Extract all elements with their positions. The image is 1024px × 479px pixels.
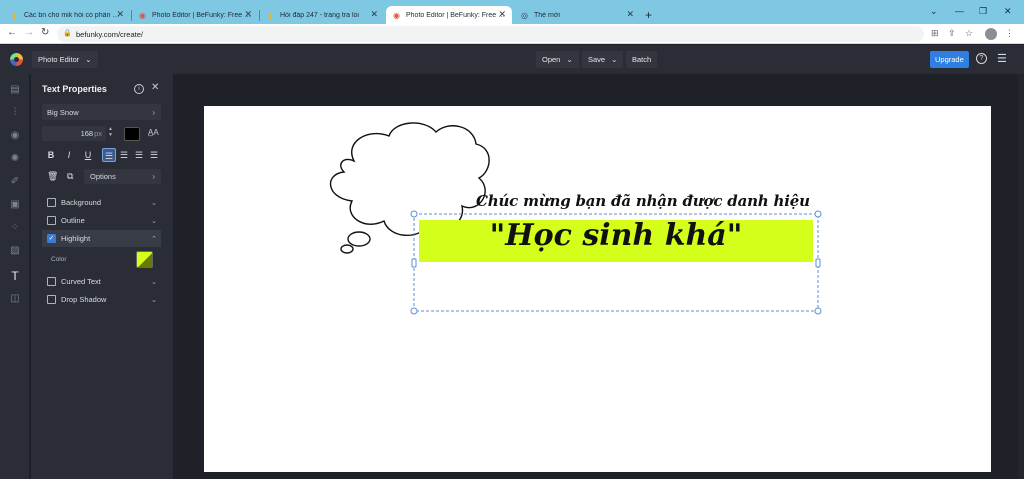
bookmark-star-icon[interactable]: ☆ [965,28,973,39]
tool-rail: ▤ ⫶ ◉ ✺ ✐ ▣ ⁘ ▨ T ◫ [0,74,30,479]
options-button[interactable]: Options › [84,169,161,184]
chevron-down-icon: ⌄ [151,296,157,304]
minimize-icon[interactable]: — [955,6,964,16]
tab-close-icon[interactable]: ✕ [498,9,506,20]
frames-icon[interactable]: ▣ [9,199,21,211]
befunky-logo[interactable] [10,53,23,66]
browser-tab-active[interactable]: ◉ Photo Editor | BeFunky: Free Online ✕ [386,6,512,24]
browser-tab[interactable]: ▮ Hỏi đáp 247 - trang tra loi ✕ [260,6,384,24]
chevron-up-icon: ⌃ [151,235,157,243]
chevron-down-icon: ⌄ [611,55,618,64]
tab-close-icon[interactable]: ✕ [116,9,124,20]
highlight-checkbox[interactable]: ✓ [47,234,56,243]
drop-shadow-section[interactable]: Drop Shadow ⌄ [42,291,161,308]
effects-icon[interactable]: ✺ [9,153,21,165]
chevron-right-icon: › [152,107,155,117]
font-size-input[interactable]: 168 px [42,126,106,141]
graphics-icon[interactable]: ⁘ [9,222,21,234]
browser-tab[interactable]: ◉ Photo Editor | BeFunky: Free Online ✕ [132,6,258,24]
browser-tab-bar: ▮ Các bn cho mik hỏi có phần mềm ✕ ◉ Pho… [0,0,1024,24]
tab-list-chevron-icon[interactable]: ⌄ [930,6,938,17]
help-icon[interactable]: ? [976,53,987,64]
profile-avatar[interactable] [985,28,997,40]
share-icon[interactable]: ⇪ [948,28,956,39]
upgrade-button[interactable]: Upgrade [930,51,969,68]
tab-favicon-icon: ◎ [521,10,528,20]
panel-title: Text Properties [42,84,107,94]
address-bar: ← → ↻ 🔒 befunky.com/create/ ⊞ ⇪ ☆ ⋮ [0,24,1024,44]
tab-close-icon[interactable]: ✕ [244,9,252,20]
close-icon[interactable]: ✕ [151,82,159,93]
tab-favicon-icon: ▮ [268,10,273,20]
restore-icon[interactable]: ❐ [979,6,987,17]
font-selector[interactable]: Big Snow › [42,104,161,120]
highlight-color-label: Color [51,256,67,263]
align-justify-icon[interactable]: ☰ [147,148,161,162]
eye-icon[interactable]: ◉ [9,130,21,142]
chevron-down-icon: ⌄ [151,278,157,286]
trash-icon[interactable]: 🗑 [47,171,58,182]
outline-checkbox[interactable] [47,216,56,225]
chevron-down-icon: ⌄ [151,199,157,207]
app-top-bar [0,45,1024,74]
chevron-down-icon: ⌄ [85,55,92,64]
chevron-down-icon: ⌄ [151,217,157,225]
new-tab-icon[interactable]: + [645,8,652,22]
highlight-section[interactable]: ✓ Highlight ⌃ [42,230,161,247]
chevron-right-icon: › [152,172,155,181]
canvas-text-line-1[interactable]: Chúc mừng bạn đã nhận được danh hiệu [476,192,810,210]
info-icon[interactable]: i [134,84,144,94]
canvas-drawing [329,122,822,315]
forward-arrow-icon[interactable]: → [24,27,34,38]
italic-icon[interactable]: I [62,148,76,162]
font-size-stepper-icon[interactable]: ▲ ▼ [108,126,113,138]
browser-tab[interactable]: ◎ Thẻ mới ✕ [514,6,640,24]
outline-section[interactable]: Outline ⌄ [42,212,161,229]
browser-tab[interactable]: ▮ Các bn cho mik hỏi có phần mềm ✕ [4,6,130,24]
text-case-icon[interactable]: A̲A [148,128,159,137]
duplicate-icon[interactable]: ⧉ [67,171,73,182]
align-right-icon[interactable]: ☰ [132,148,146,162]
bold-icon[interactable]: B [44,148,58,162]
tab-favicon-icon: ◉ [139,10,146,20]
back-arrow-icon[interactable]: ← [7,27,17,38]
textures-icon[interactable]: ▨ [9,245,21,257]
tab-close-icon[interactable]: ✕ [626,9,634,20]
hamburger-menu-icon[interactable]: ☰ [997,52,1007,65]
tab-favicon-icon: ▮ [12,10,17,20]
tab-close-icon[interactable]: ✕ [370,9,378,20]
highlight-color-swatch[interactable] [136,251,153,268]
align-left-icon[interactable]: ☰ [102,148,116,162]
chevron-down-icon: ⌄ [566,55,573,64]
install-app-icon[interactable]: ⊞ [931,28,939,39]
photo-editor-dropdown[interactable]: Photo Editor ⌄ [32,51,98,68]
reload-icon[interactable]: ↻ [41,27,49,38]
adjust-sliders-icon[interactable]: ⫶ [9,107,21,119]
open-button[interactable]: Open ⌄ [536,51,579,68]
curved-text-checkbox[interactable] [47,277,56,286]
browser-menu-icon[interactable]: ⋮ [1005,28,1014,39]
window-close-icon[interactable]: ✕ [1004,6,1012,17]
workspace-scrollbar[interactable] [1018,74,1024,479]
underline-icon[interactable]: U [81,148,95,162]
background-section[interactable]: Background ⌄ [42,194,161,211]
image-canvas[interactable]: Chúc mừng bạn đã nhận được danh hiệu "Họ… [204,106,991,472]
batch-button[interactable]: Batch [626,51,658,68]
curved-text-section[interactable]: Curved Text ⌄ [42,273,161,290]
text-color-swatch[interactable] [124,127,140,141]
align-center-icon[interactable]: ☰ [117,148,131,162]
canvas-text-line-2[interactable]: "Học sinh khá" [419,218,813,253]
drop-shadow-checkbox[interactable] [47,295,56,304]
layers-icon[interactable]: ▤ [9,84,21,96]
text-tool-icon[interactable]: T [9,270,21,282]
save-button[interactable]: Save ⌄ [582,51,624,68]
overlay-icon[interactable]: ◫ [9,293,21,305]
paint-brush-icon[interactable]: ✐ [9,176,21,188]
url-field[interactable]: 🔒 befunky.com/create/ [57,26,924,42]
lock-icon: 🔒 [63,30,72,37]
background-checkbox[interactable] [47,198,56,207]
tab-favicon-icon: ◉ [393,10,400,20]
